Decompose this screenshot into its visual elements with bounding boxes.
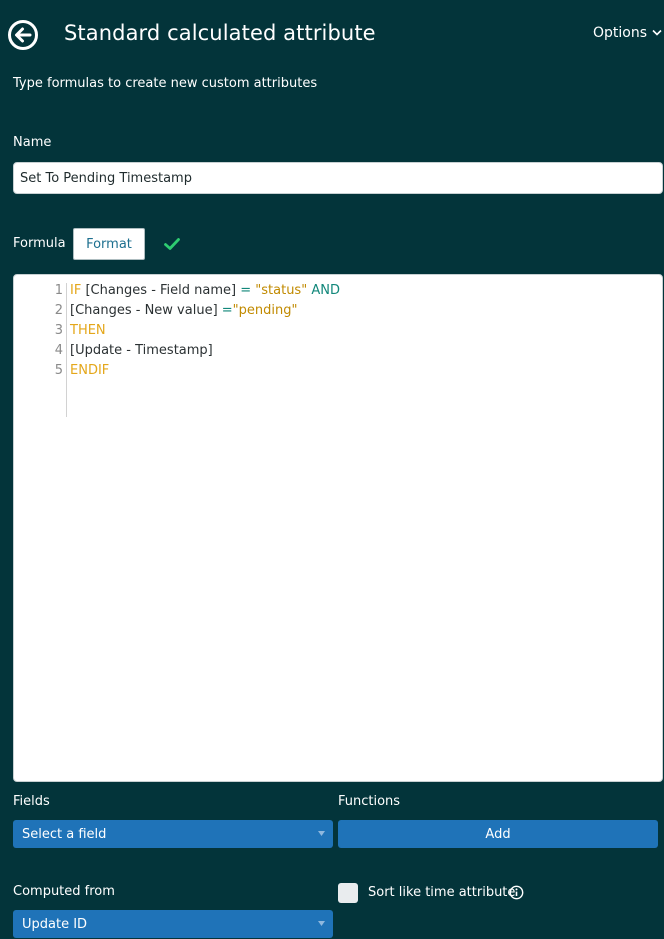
- options-label: Options: [593, 25, 648, 41]
- field-token: [Update - Timestamp]: [70, 343, 213, 358]
- computed-from-value: Update ID: [22, 916, 88, 932]
- code-content: IF [Changes - Field name] = "status" AND: [70, 281, 340, 301]
- chevron-down-icon: [652, 29, 662, 36]
- name-input[interactable]: [13, 162, 663, 194]
- back-button[interactable]: [7, 19, 39, 51]
- line-number: 5: [54, 363, 63, 378]
- options-menu[interactable]: Options: [593, 25, 662, 41]
- code-content: [Changes - New value] ="pending": [70, 301, 297, 321]
- keyword-token: IF: [70, 283, 86, 298]
- computed-from-select[interactable]: Update ID: [13, 910, 333, 938]
- sort-like-time-checkbox[interactable]: [338, 883, 358, 903]
- field-select[interactable]: Select a field: [13, 820, 333, 848]
- caret-down-icon: [318, 831, 325, 836]
- formula-editor[interactable]: 1 IF [Changes - Field name] = "status" A…: [13, 274, 663, 782]
- line-number: 2: [54, 303, 63, 318]
- line-number: 4: [54, 343, 63, 358]
- operator-token: =: [236, 283, 256, 298]
- name-label: Name: [13, 135, 52, 150]
- operator-token: =: [217, 303, 233, 318]
- string-token: "status": [255, 283, 308, 298]
- code-content: ENDIF: [70, 361, 109, 381]
- field-select-value: Select a field: [22, 826, 107, 842]
- info-circle-icon: [509, 885, 524, 900]
- field-token: [Changes - New value]: [70, 303, 218, 318]
- gutter-divider: [66, 283, 67, 417]
- page-title: Standard calculated attribute: [64, 21, 376, 45]
- keyword-token: THEN: [70, 323, 106, 338]
- page-subtitle: Type formulas to create new custom attri…: [13, 76, 318, 91]
- keyword-token: ENDIF: [70, 363, 110, 378]
- add-function-button[interactable]: Add: [338, 820, 658, 848]
- arrow-left-circle-icon: [8, 20, 38, 50]
- caret-down-icon: [318, 921, 325, 926]
- formula-valid-indicator: [163, 235, 181, 253]
- computed-from-label: Computed from: [13, 884, 115, 899]
- code-content: [Update - Timestamp]: [70, 341, 213, 361]
- format-button[interactable]: Format: [73, 228, 145, 260]
- info-icon[interactable]: [509, 885, 524, 900]
- functions-label: Functions: [338, 794, 401, 809]
- field-token: [Changes - Field name]: [85, 283, 237, 298]
- keyword-token: AND: [307, 283, 340, 298]
- line-number: 3: [54, 323, 63, 338]
- fields-label: Fields: [13, 794, 50, 809]
- sort-like-time-label: Sort like time attribute: [368, 885, 516, 900]
- string-token: "pending": [232, 303, 298, 318]
- formula-label: Formula: [13, 236, 66, 251]
- line-number: 1: [54, 283, 63, 298]
- code-content: THEN: [70, 321, 106, 341]
- checkmark-icon: [164, 238, 180, 250]
